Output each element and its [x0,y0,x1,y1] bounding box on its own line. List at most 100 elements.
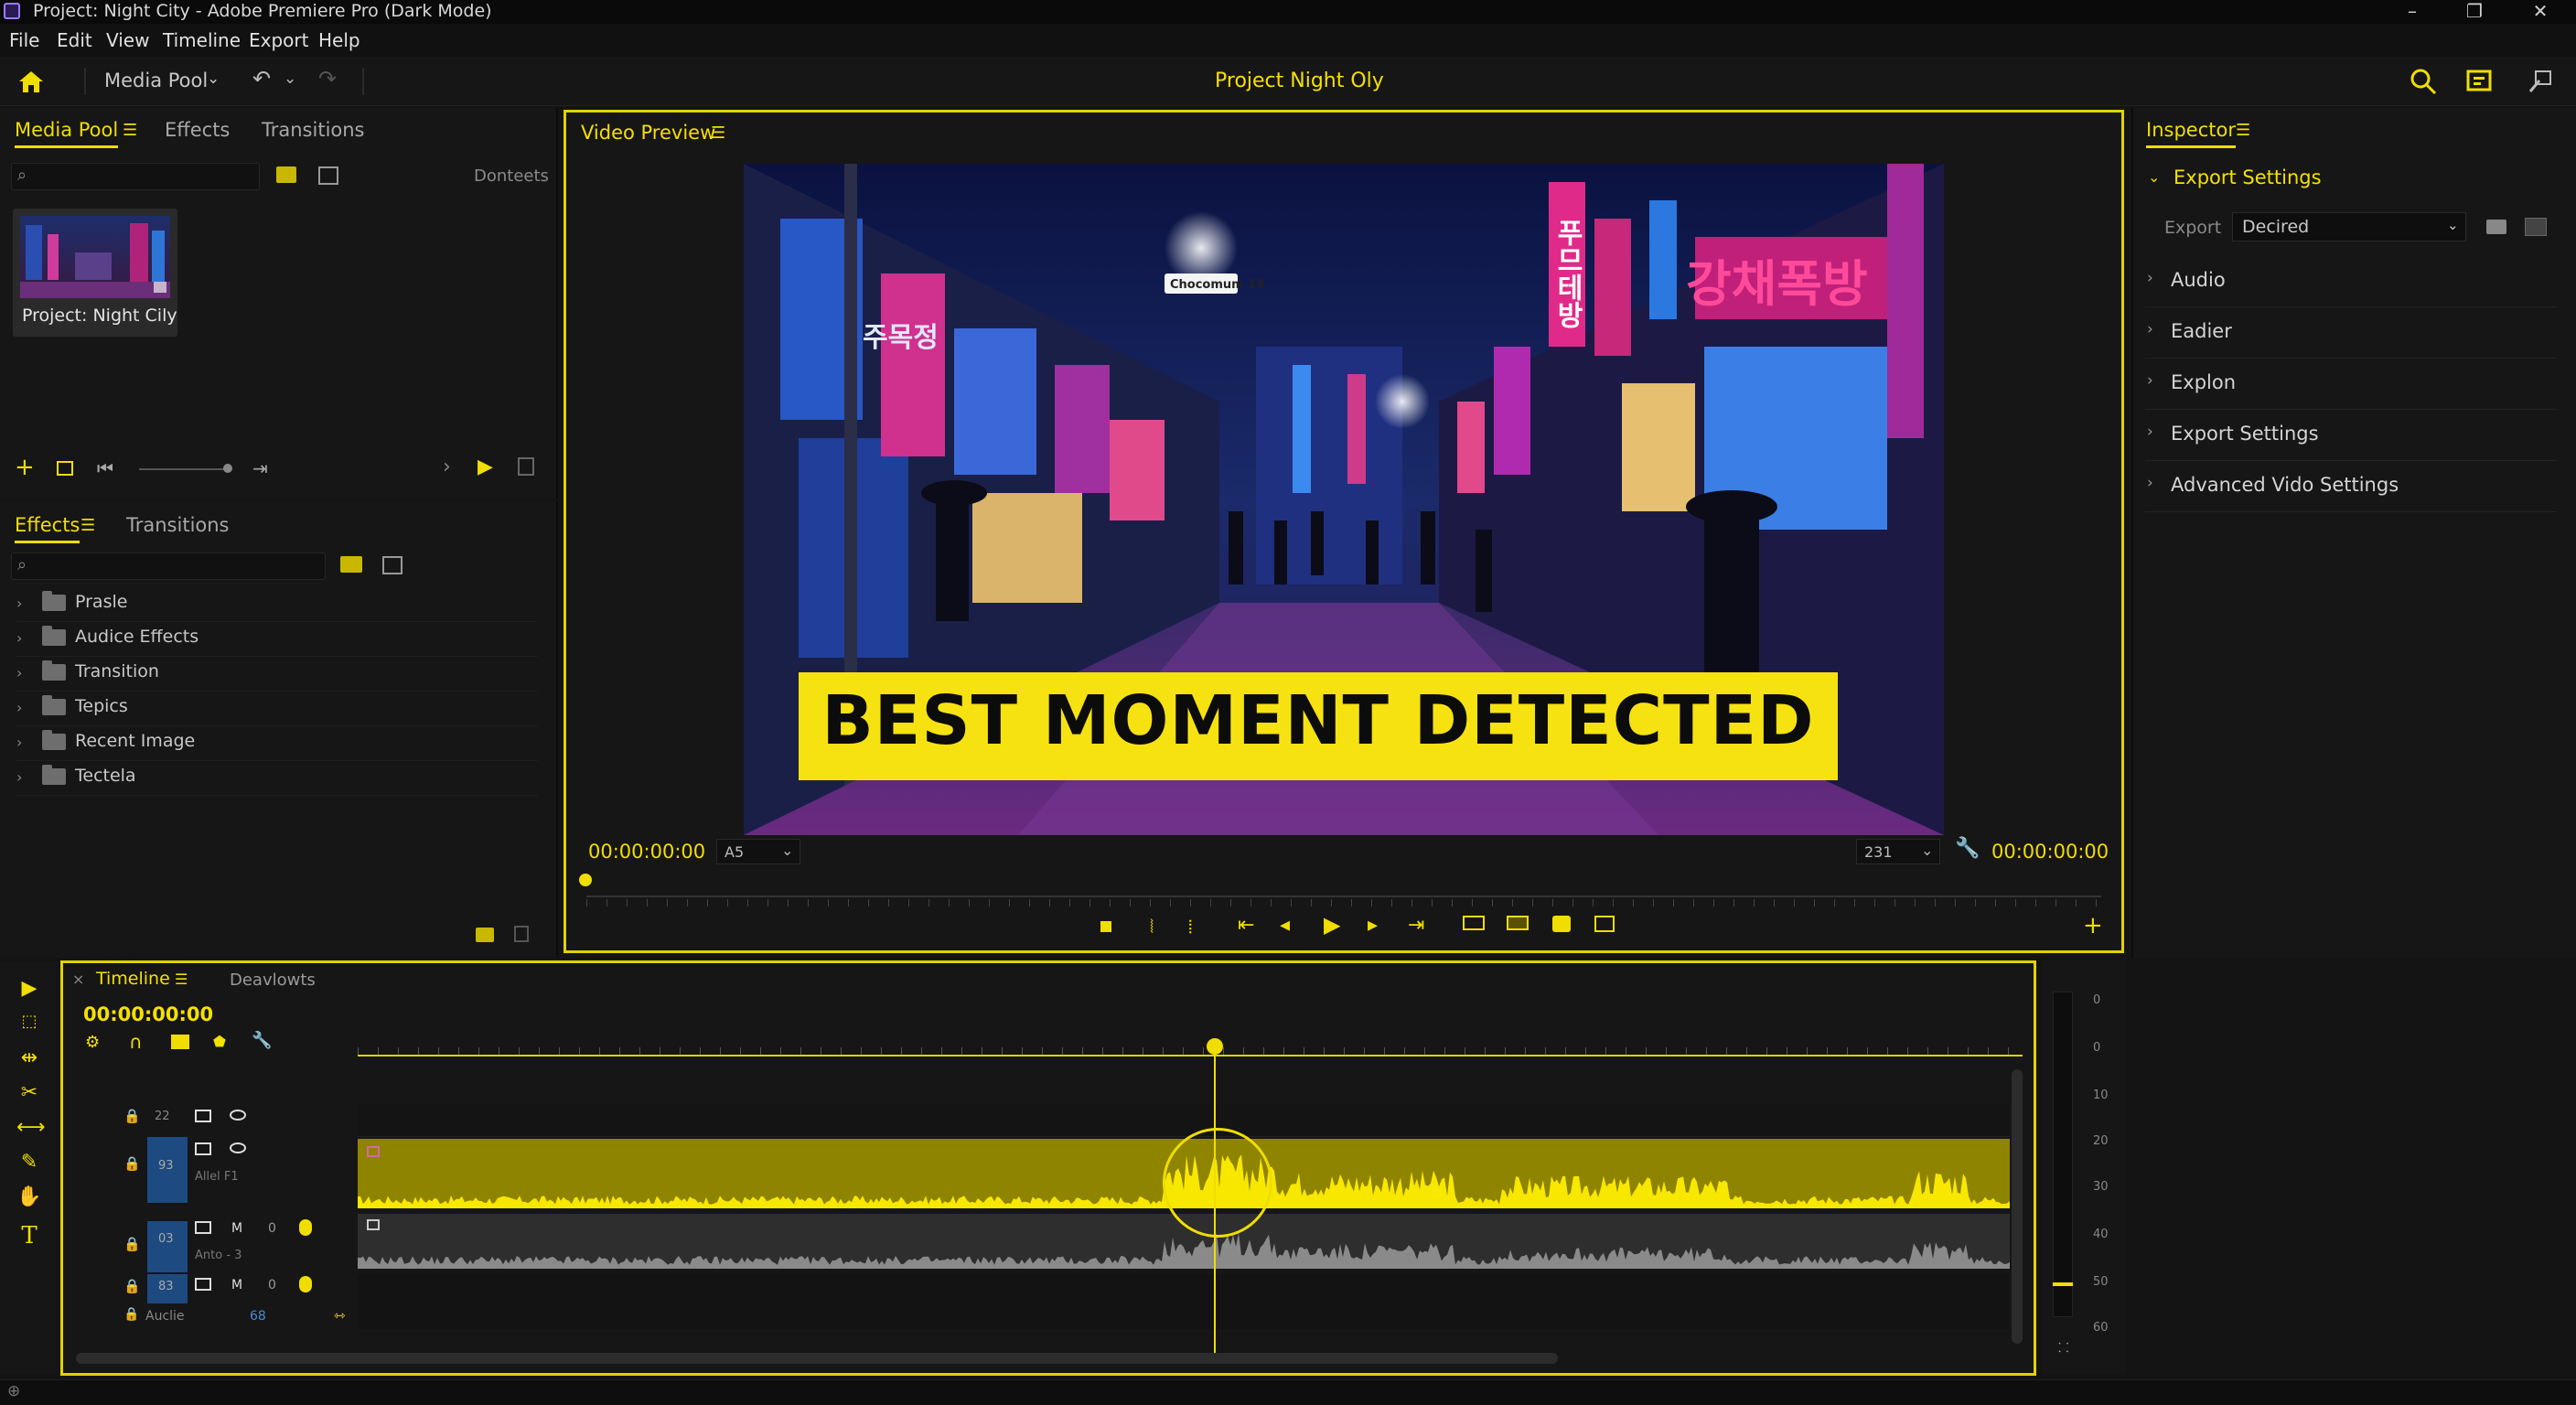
menu-icon[interactable]: ☰ [2236,121,2250,140]
effects-item[interactable]: › Transition [16,659,538,692]
timeline-playhead-line[interactable] [1214,1051,1216,1355]
redo-icon[interactable]: ↷ [318,66,337,91]
chevron-down-icon[interactable]: ⌄ [2148,168,2160,186]
overwrite-icon[interactable] [1507,916,1529,930]
magnet-icon[interactable]: ∩ [129,1031,143,1053]
effects-item[interactable]: › Prasle [16,589,538,622]
insert-icon[interactable] [1463,916,1485,930]
tab-media-pool[interactable]: Media Pool [15,119,119,148]
play-icon[interactable]: ▶ [478,456,493,478]
eye-icon[interactable] [230,1110,246,1121]
menu-edit[interactable]: Edit [57,29,92,51]
new-folder-icon[interactable] [340,556,362,573]
folder-icon[interactable] [276,166,296,183]
razor-tool-icon[interactable]: ✂ [16,1081,42,1107]
audio-track-lane[interactable] [358,1274,2010,1329]
snap-icon[interactable]: ⚙ [85,1033,100,1052]
media-pool-dropdown[interactable]: Media Pool [104,70,208,91]
undo-icon[interactable]: ↶ [252,66,271,91]
grid-view-icon[interactable] [382,556,402,574]
track-target-a1[interactable] [147,1221,188,1272]
meter-settings-icon[interactable]: ⸬ [2058,1339,2069,1357]
track-output-icon[interactable] [195,1110,211,1122]
media-clip[interactable]: Project: Night Cily [13,209,177,337]
export-select[interactable]: Decired ⌄ [2232,212,2466,241]
track-output-icon[interactable] [195,1221,211,1234]
selection-tool-icon[interactable]: ▶ [16,977,42,1003]
step-forward-icon[interactable]: ▸ [1368,914,1378,937]
scrubber-playhead[interactable] [579,874,592,886]
wrench-icon[interactable]: 🔧 [1955,837,1980,860]
tab-inspector[interactable]: Inspector [2146,119,2236,148]
effects-item[interactable]: › Tectela [16,763,538,796]
search-icon[interactable] [2410,68,2437,95]
trash-icon[interactable] [518,457,534,476]
menu-timeline[interactable]: Timeline [163,29,241,51]
slip-tool-icon[interactable]: ⟷ [16,1116,46,1142]
home-icon[interactable] [18,70,44,93]
camera-icon[interactable] [1552,916,1571,932]
status-icon[interactable]: ⊕ [7,1382,20,1400]
go-to-start-icon[interactable]: ⏮ [97,457,113,479]
horizontal-scrollbar[interactable] [76,1353,1558,1364]
export-frame-icon[interactable] [1594,916,1615,932]
tab-transitions[interactable]: Transitions [126,514,230,536]
menu-icon[interactable]: ☰ [711,123,725,143]
mute-icon[interactable]: M [231,1278,242,1292]
inspector-section-eadier[interactable]: › Eadier [2145,307,2557,359]
menu-file[interactable]: File [9,29,39,51]
fit-icon[interactable]: ⇿ [334,1307,346,1324]
effects-item[interactable]: › Tepics [16,693,538,726]
effects-item[interactable]: › Audice Effects [16,624,538,657]
hand-tool-icon[interactable]: ✋ [16,1185,42,1211]
vertical-scrollbar[interactable] [2012,1069,2023,1344]
scrubber-track[interactable] [586,896,2101,897]
inspector-section-audio[interactable]: › Audio [2145,256,2557,307]
inspector-section-advanced-video[interactable]: › Advanced Vido Settings [2145,461,2557,512]
tab-transitions[interactable]: Transitions [262,119,365,141]
track-output-icon[interactable] [195,1278,211,1291]
lock-icon[interactable]: 🔒 [123,1236,141,1252]
go-to-out-icon[interactable]: ⇥ [1408,914,1424,937]
track-select-tool-icon[interactable]: ⬚ [16,1012,42,1037]
workspace-icon[interactable] [2466,68,2494,95]
inspector-section-export-settings[interactable]: › Export Settings [2145,410,2557,461]
tab-deavlowts[interactable]: Deavlowts [230,971,316,990]
add-button-icon[interactable]: + [2083,912,2103,939]
mic-icon[interactable] [299,1219,312,1236]
sort-label[interactable]: Donteets [474,166,549,186]
video-frame[interactable]: Chocomum 13 강채폭방 주목정 푸므테방 BEST MOMENT DE… [744,164,1944,835]
tab-effects[interactable]: Effects [165,119,230,141]
zoom-select[interactable]: A5 ⌄ [716,839,800,864]
folder-icon[interactable] [2486,220,2506,234]
media-search-input[interactable]: ⌕ [11,163,260,190]
play-button[interactable]: ▶ [1324,912,1340,938]
tab-timeline[interactable]: Timeline [96,969,170,989]
chevron-down-icon[interactable]: ⌄ [284,70,296,88]
type-tool-icon[interactable]: T [16,1222,42,1249]
stop-icon[interactable] [1100,921,1111,932]
menu-view[interactable]: View [106,29,149,51]
pen-tool-icon[interactable]: ✎ [16,1151,42,1176]
time-ruler[interactable] [358,1055,2023,1056]
lock-icon[interactable]: 🔒 [123,1307,139,1322]
export-settings-header[interactable]: Export Settings [2174,166,2322,188]
resolution-select[interactable]: 231 ⌄ [1856,839,1940,864]
preset-icon[interactable] [2525,218,2547,236]
zoom-slider[interactable] [139,468,231,470]
menu-export[interactable]: Export [249,29,308,51]
lock-icon[interactable]: 🔒 [123,1108,141,1124]
marker-icon[interactable]: ⬟ [213,1033,226,1050]
go-to-in-icon[interactable]: ⇤ [1238,914,1254,937]
best-moment-marker[interactable] [1163,1128,1272,1238]
chevron-down-icon[interactable]: ⌄ [207,70,220,88]
minimize-button[interactable]: – [2389,0,2435,24]
add-icon[interactable]: + [15,454,35,481]
close-button[interactable]: ✕ [2517,0,2563,24]
step-back-icon[interactable]: ◂ [1280,914,1290,937]
grid-view-icon[interactable] [318,166,338,185]
mark-out-icon[interactable]: ⦙ [1188,916,1192,938]
mute-icon[interactable]: M [231,1221,242,1236]
menu-help[interactable]: Help [318,29,360,51]
inspector-section-explon[interactable]: › Explon [2145,359,2557,410]
